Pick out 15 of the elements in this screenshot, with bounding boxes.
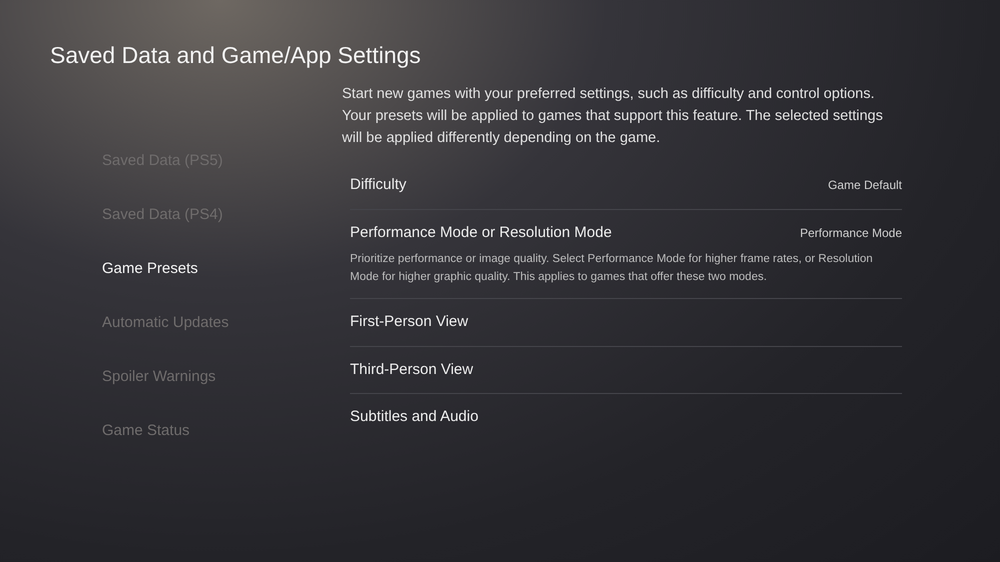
setting-row[interactable]: Subtitles and Audio bbox=[350, 394, 902, 440]
setting-label: Performance Mode or Resolution Mode bbox=[350, 222, 612, 242]
setting-row[interactable]: Difficulty Game Default bbox=[350, 162, 902, 210]
setting-label: Subtitles and Audio bbox=[350, 407, 478, 427]
sidebar-item[interactable]: Game Presets bbox=[102, 242, 198, 296]
setting-label: First-Person View bbox=[350, 312, 468, 332]
page-title: Saved Data and Game/App Settings bbox=[49, 41, 421, 70]
setting-value: Game Default bbox=[828, 177, 902, 194]
setting-label: Third-Person View bbox=[350, 360, 474, 380]
setting-row[interactable]: Third-Person View bbox=[350, 346, 902, 394]
setting-value: Performance Mode bbox=[800, 224, 902, 242]
setting-row[interactable]: First-Person View bbox=[350, 299, 902, 346]
description-text: Start new games with your preferred settings, such as difficulty and control options. Your presets will be applied to games that support this feature. The selected settings will be applied differently depending on the game. bbox=[342, 85, 884, 148]
setting-description: Prioritize performance or image quality. Select Performance Mode for higher frame rates, or Resolution Mode for higher graphic quality. This applies to games that offer these two modes. bbox=[350, 252, 874, 285]
setting-label: Difficulty bbox=[350, 175, 406, 195]
